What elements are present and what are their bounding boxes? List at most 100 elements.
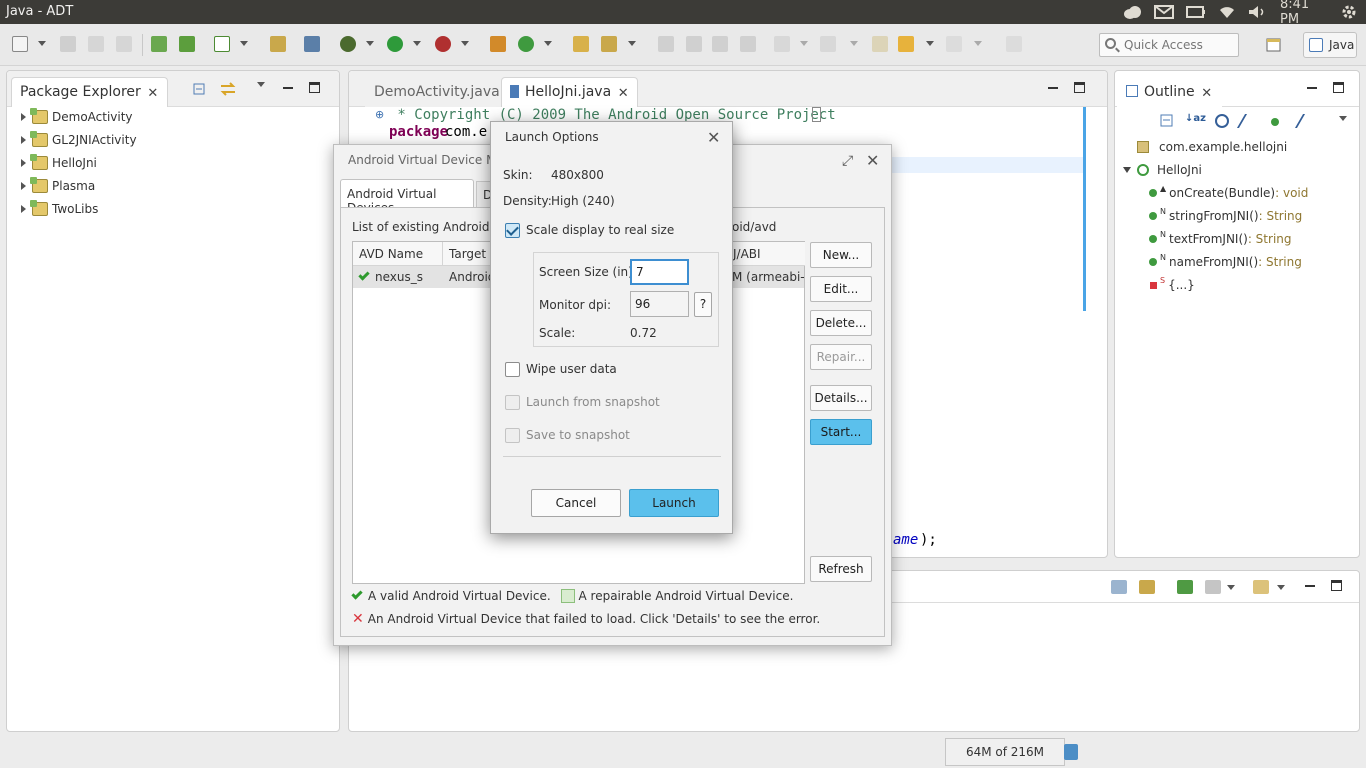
search-icon[interactable] [601,36,617,52]
run-icon[interactable] [387,36,403,52]
refresh-button[interactable]: Refresh [810,556,872,582]
paragraph-icon[interactable] [740,36,756,52]
java-perspective-button[interactable]: Java [1303,32,1357,58]
back-icon[interactable] [898,36,914,52]
search-dropdown-icon[interactable] [628,41,636,46]
new-class-icon[interactable] [518,36,534,52]
outline-member[interactable]: S {...} [1150,275,1195,295]
debug-dropdown-icon[interactable] [366,41,374,46]
maximize-icon[interactable] [1074,82,1085,93]
run-dropdown-icon[interactable] [413,41,421,46]
clock[interactable]: 8:41 PM [1280,0,1330,27]
close-icon[interactable]: ✕ [707,128,720,147]
scale-display-checkbox[interactable] [505,223,520,238]
new-class-dropdown-icon[interactable] [544,41,552,46]
pin-editor-icon[interactable] [1006,36,1022,52]
screen-size-input[interactable] [630,259,689,285]
wifi-icon[interactable] [1215,3,1239,21]
monitor-dpi-input[interactable] [630,291,689,317]
pin-console-icon[interactable] [1139,580,1155,594]
minimize-icon[interactable] [1305,81,1319,95]
expand-icon[interactable] [21,159,26,167]
skip-breakpoints-icon[interactable] [304,36,320,52]
open-type-icon[interactable] [573,36,589,52]
maximize-icon[interactable] [1333,82,1344,93]
toggle-mark-occurrences-icon[interactable] [658,36,674,52]
tab-android-virtual-devices[interactable]: Android Virtual Devices [340,179,474,215]
previous-annotation-icon[interactable] [820,36,836,52]
close-icon[interactable]: ✕ [1201,87,1213,100]
avd-manager-icon[interactable] [179,36,195,52]
toggle-block-selection-icon[interactable] [686,36,702,52]
sdk-manager-icon[interactable] [151,36,167,52]
previous-annotation-dropdown-icon[interactable] [850,41,858,46]
open-console-dropdown-icon[interactable] [1227,585,1235,590]
mail-icon[interactable] [1152,3,1176,21]
collapse-icon[interactable] [1123,167,1131,173]
forward-icon[interactable] [946,36,962,52]
next-annotation-dropdown-icon[interactable] [800,41,808,46]
quick-access-box[interactable] [1099,33,1239,57]
outline-member[interactable]: NstringFromJNI() : String [1149,206,1302,226]
new-console-dropdown-icon[interactable] [1277,585,1285,590]
last-edit-location-icon[interactable] [872,36,888,52]
view-menu-icon[interactable] [1339,116,1347,121]
details-avd-button[interactable]: Details... [810,385,872,411]
hide-static-icon[interactable] [1236,114,1260,128]
gear-icon[interactable] [1338,3,1360,21]
new-avd-button[interactable]: New... [810,242,872,268]
lint-dropdown-icon[interactable] [240,41,248,46]
outline-package[interactable]: com.example.hellojni [1137,137,1287,157]
tree-item-project[interactable]: GL2JNIActivity [21,130,137,150]
tree-item-project[interactable]: HelloJni [21,153,97,173]
wipe-user-data-label[interactable]: Wipe user data [526,362,617,376]
open-perspective-button[interactable] [1262,33,1286,57]
volume-icon[interactable] [1245,3,1269,21]
expand-icon[interactable] [21,205,26,213]
start-avd-button[interactable]: Start... [810,419,872,445]
show-whitespace-icon[interactable] [712,36,728,52]
tree-item-project[interactable]: Plasma [21,176,95,196]
close-icon[interactable]: ✕ [866,151,879,170]
back-dropdown-icon[interactable] [926,41,934,46]
save-all-icon[interactable] [88,36,104,52]
column-header-avd-name[interactable]: AVD Name [353,242,443,266]
launch-button[interactable]: Launch [629,489,719,517]
debug-icon[interactable] [340,36,356,52]
wipe-user-data-checkbox[interactable] [505,362,520,377]
hide-fields-icon[interactable] [1215,114,1229,128]
hide-non-public-icon[interactable] [1271,118,1279,126]
link-with-editor-icon[interactable] [219,81,237,97]
display-selected-console-icon[interactable] [1177,580,1193,594]
repair-avd-button[interactable]: Repair... [810,344,872,370]
editor-scrollbar[interactable] [1083,107,1086,311]
expand-icon[interactable] [21,136,26,144]
outline-member[interactable]: NnameFromJNI() : String [1149,252,1302,272]
launch-from-snapshot-checkbox[interactable] [505,395,520,410]
cancel-button[interactable]: Cancel [531,489,621,517]
edit-avd-button[interactable]: Edit... [810,276,872,302]
outline-member[interactable]: NtextFromJNI() : String [1149,229,1292,249]
close-icon[interactable]: ✕ [147,87,159,100]
sort-icon[interactable]: ↓az [1185,113,1206,124]
lint-icon[interactable] [214,36,230,52]
new-java-package-icon[interactable] [490,36,506,52]
external-tools-dropdown-icon[interactable] [461,41,469,46]
tab-hellojni-java[interactable]: HelloJni.java ✕ [501,77,639,107]
tree-item-project[interactable]: DemoActivity [21,107,133,127]
minimize-icon[interactable] [1303,579,1317,593]
save-icon[interactable] [60,36,76,52]
tab-outline[interactable]: Outline ✕ [1117,77,1222,107]
delete-avd-button[interactable]: Delete... [810,310,872,336]
outline-member[interactable]: ▲ onCreate(Bundle) : void [1149,183,1308,203]
maximize-icon[interactable] [1331,580,1342,591]
expand-icon[interactable] [21,113,26,121]
save-to-snapshot-checkbox[interactable] [505,428,520,443]
next-annotation-icon[interactable] [774,36,790,52]
garbage-collect-icon[interactable] [1064,744,1078,760]
heap-status[interactable]: 64M of 216M [945,738,1065,766]
minimize-icon[interactable] [1046,81,1060,95]
battery-icon[interactable] [1184,3,1208,21]
hide-local-types-icon[interactable] [1294,114,1318,128]
print-icon[interactable] [116,36,132,52]
